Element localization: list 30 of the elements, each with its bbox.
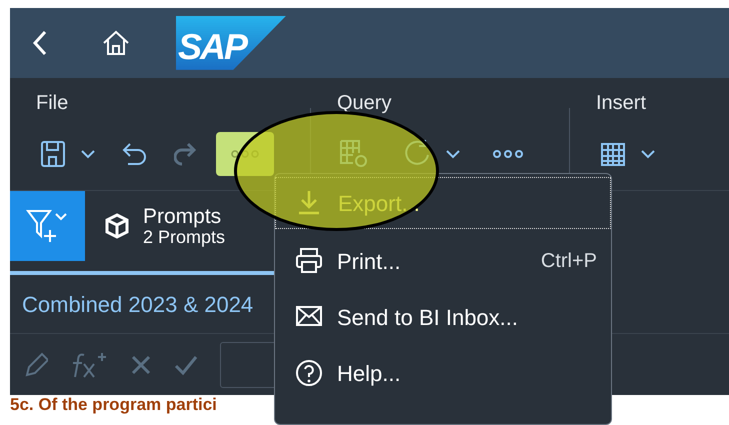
help-icon xyxy=(295,359,323,387)
save-icon[interactable] xyxy=(40,140,66,168)
check-icon[interactable] xyxy=(174,354,198,376)
group-label: Query xyxy=(336,90,392,116)
pencil-icon[interactable] xyxy=(24,352,48,378)
formula-icon[interactable] xyxy=(70,350,108,379)
cube-icon[interactable] xyxy=(105,212,129,239)
sap-logo[interactable]: SAP xyxy=(176,16,286,70)
caret-icon[interactable] xyxy=(445,148,461,160)
back-icon[interactable] xyxy=(32,30,48,56)
group-label: File xyxy=(35,90,70,116)
undo-icon[interactable] xyxy=(122,142,148,166)
filter-add-icon xyxy=(26,208,70,244)
prompts-count: 2 Prompts xyxy=(143,228,226,248)
printer-icon xyxy=(295,247,323,275)
table-icon[interactable] xyxy=(600,140,626,167)
home-icon[interactable] xyxy=(102,30,130,56)
filter-button[interactable] xyxy=(10,190,85,262)
report-heading: 5c. Of the program partici xyxy=(10,395,217,414)
close-icon[interactable] xyxy=(130,354,152,376)
prompts-title[interactable]: Prompts xyxy=(143,204,226,228)
document-tab[interactable]: Combined 2023 & 2024 xyxy=(22,288,254,321)
menu-item[interactable]: Print... Ctrl+P xyxy=(275,233,611,289)
redo-icon[interactable] xyxy=(174,142,196,166)
caret-icon[interactable] xyxy=(640,148,656,160)
more-icon[interactable] xyxy=(493,150,523,158)
menu-item[interactable]: Help... xyxy=(275,345,611,401)
group-label: Insert xyxy=(595,90,648,116)
caret-icon[interactable] xyxy=(80,148,96,160)
menu-item[interactable]: Send to BI Inbox... xyxy=(275,289,611,345)
